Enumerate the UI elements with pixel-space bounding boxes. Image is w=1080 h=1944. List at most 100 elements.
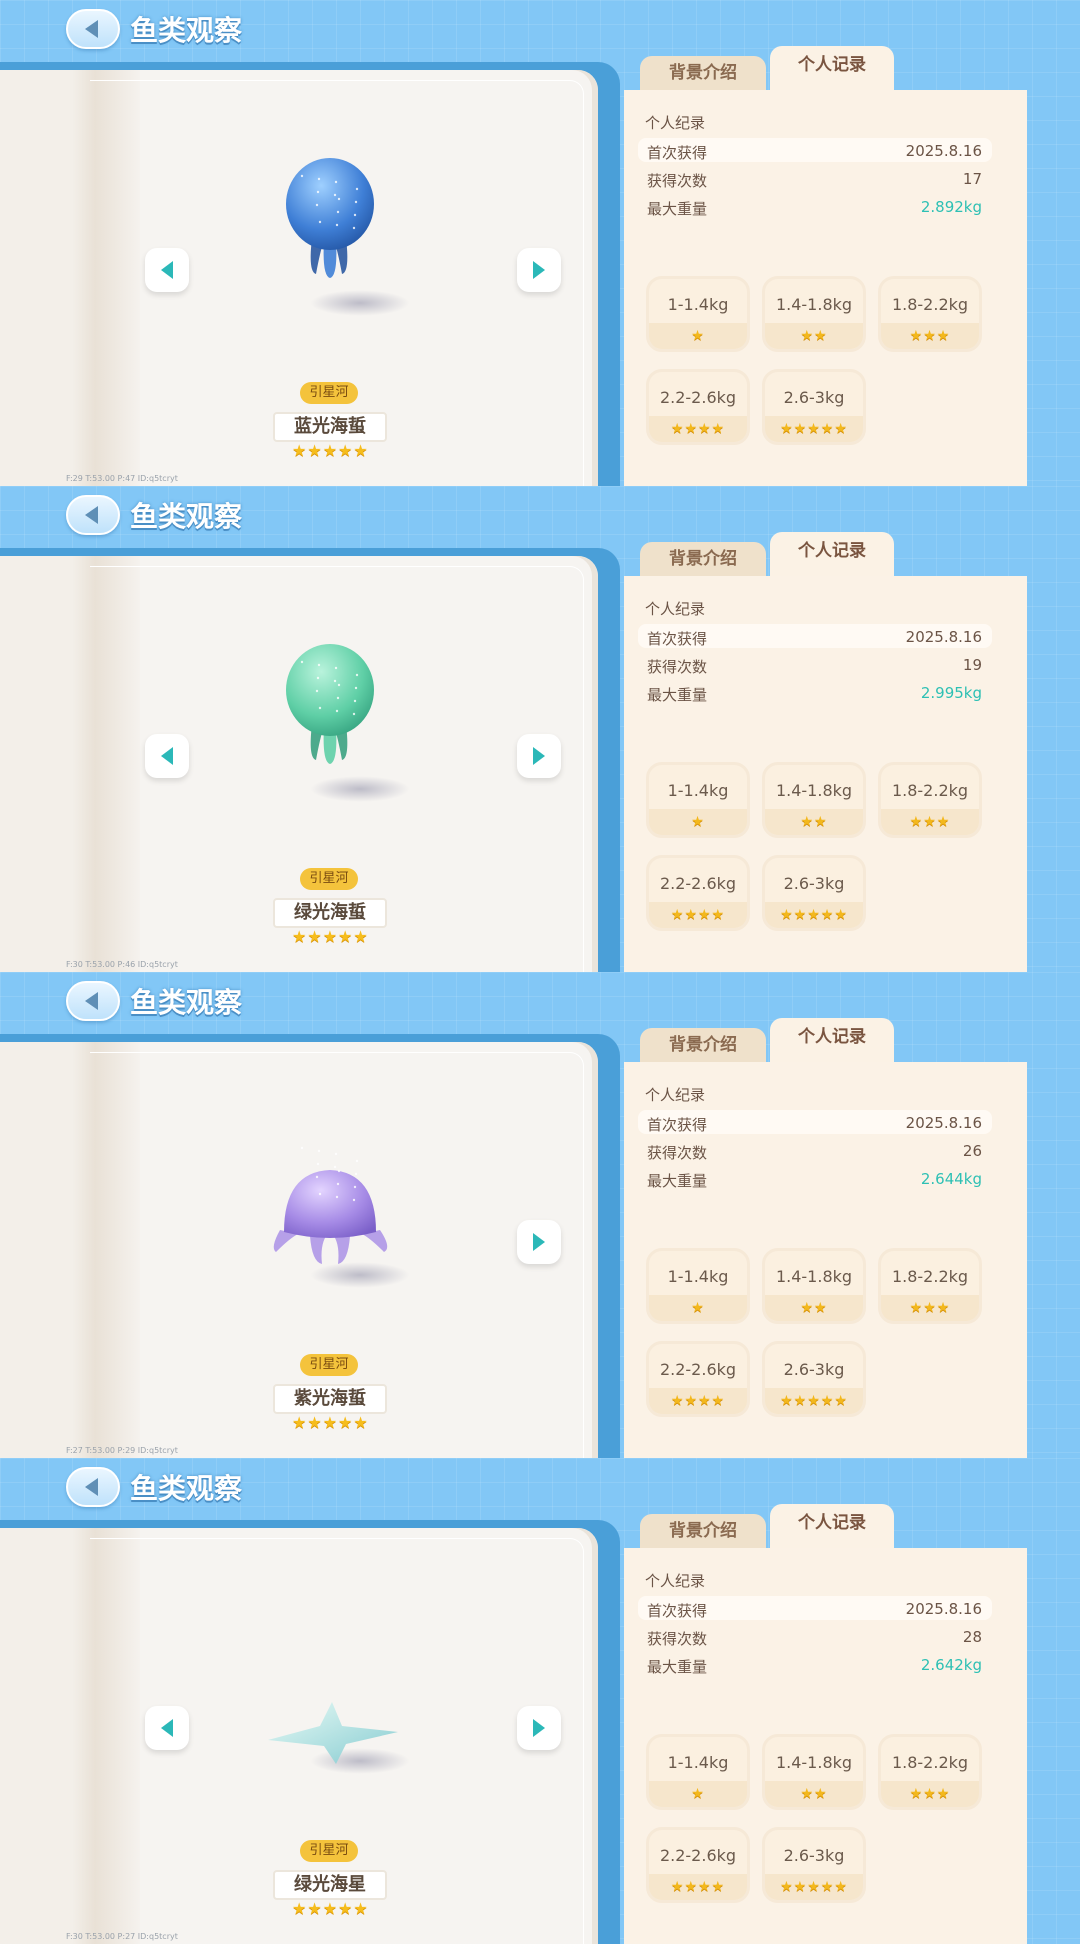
max-weight-value: 2.995kg <box>920 684 982 702</box>
weight-tier-card[interactable]: 1-1.4kg ★ <box>646 1248 750 1324</box>
prev-creature-button[interactable] <box>145 248 189 292</box>
green-jellyfish-icon <box>286 644 374 764</box>
record-section-title: 个人纪录 <box>645 1572 706 1590</box>
rating-stars: ★★★★★ <box>292 1899 369 1918</box>
max-weight-label: 最大重量 <box>647 200 708 218</box>
tab-personal-record[interactable]: 个人记录 <box>770 1018 894 1062</box>
fish-observation-panel-4: 鱼类观察 引星河 绿光海星 ★★★★★ F:30 T:53.00 P:27 ID… <box>0 1458 1080 1944</box>
blue-jellyfish-icon <box>286 158 374 278</box>
header: 鱼类观察 <box>66 978 242 1024</box>
location-badge: 引星河 <box>300 868 358 890</box>
first-obtained-label: 首次获得 <box>647 144 708 162</box>
tab-personal-record[interactable]: 个人记录 <box>770 532 894 576</box>
weight-range: 1.4-1.8kg <box>775 781 853 800</box>
weight-tier-card[interactable]: 1-1.4kg ★ <box>646 1734 750 1810</box>
tab-personal-record[interactable]: 个人记录 <box>770 1504 894 1548</box>
arrow-right-icon <box>533 261 545 279</box>
obtained-count-value: 28 <box>962 1628 982 1646</box>
weight-tier-card[interactable]: 2.2-2.6kg ★★★★ <box>646 1827 750 1903</box>
weight-tier-card[interactable]: 1-1.4kg ★ <box>646 276 750 352</box>
tab-background-intro[interactable]: 背景介绍 <box>640 1028 766 1062</box>
weight-range: 1-1.4kg <box>667 1753 729 1772</box>
purple-jellyfish-icon <box>273 1146 388 1264</box>
next-creature-button[interactable] <box>517 1706 561 1750</box>
arrow-left-icon <box>161 261 173 279</box>
tier-stars: ★ <box>649 1295 747 1321</box>
max-weight-row: 最大重量 2.642kg <box>638 1652 992 1676</box>
tier-stars: ★★★★ <box>649 1874 747 1900</box>
next-creature-button[interactable] <box>517 1220 561 1264</box>
tab-background-intro[interactable]: 背景介绍 <box>640 542 766 576</box>
weight-range: 2.2-2.6kg <box>659 1360 737 1379</box>
tier-stars: ★★★★★ <box>765 1388 863 1414</box>
first-obtained-row: 首次获得 2025.8.16 <box>638 1596 992 1620</box>
record-panel: 个人纪录 首次获得 2025.8.16 获得次数 17 最大重量 2.892kg… <box>624 90 1027 486</box>
back-button[interactable] <box>66 9 120 49</box>
first-obtained-label: 首次获得 <box>647 1116 708 1134</box>
tier-stars: ★★★★★ <box>765 902 863 928</box>
creature-name: 绿光海星 <box>273 1870 387 1900</box>
obtained-count-row: 获得次数 28 <box>638 1624 992 1648</box>
tier-stars: ★ <box>649 1781 747 1807</box>
weight-tier-card[interactable]: 1.8-2.2kg ★★★ <box>878 1248 982 1324</box>
weight-tier-card[interactable]: 1.8-2.2kg ★★★ <box>878 762 982 838</box>
weight-range: 1-1.4kg <box>667 781 729 800</box>
tier-stars: ★ <box>649 809 747 835</box>
prev-creature-button[interactable] <box>145 734 189 778</box>
first-obtained-label: 首次获得 <box>647 630 708 648</box>
weight-tier-card[interactable]: 2.6-3kg ★★★★★ <box>762 369 866 445</box>
next-creature-button[interactable] <box>517 248 561 292</box>
first-obtained-value: 2025.8.16 <box>905 628 982 646</box>
back-button[interactable] <box>66 1467 120 1507</box>
weight-tier-card[interactable]: 1.4-1.8kg ★★ <box>762 276 866 352</box>
weight-range: 2.6-3kg <box>783 874 845 893</box>
record-section-title: 个人纪录 <box>645 600 706 618</box>
screenshot-stack: 鱼类观察 引星河 蓝光海蜇 ★★★★★ F:29 T:53.00 P:47 ID… <box>0 0 1080 1944</box>
weight-tier-card[interactable]: 2.2-2.6kg ★★★★ <box>646 855 750 931</box>
creature-name: 紫光海蜇 <box>273 1384 387 1414</box>
max-weight-label: 最大重量 <box>647 1658 708 1676</box>
creature-name: 蓝光海蜇 <box>273 412 387 442</box>
first-obtained-value: 2025.8.16 <box>905 142 982 160</box>
weight-range: 1.4-1.8kg <box>775 1753 853 1772</box>
debug-overlay: F:30 T:53.00 P:46 ID:q5tcryt <box>66 960 178 969</box>
page-title: 鱼类观察 <box>130 500 243 533</box>
obtained-count-label: 获得次数 <box>647 172 708 190</box>
weight-range: 1.8-2.2kg <box>891 781 969 800</box>
back-button[interactable] <box>66 495 120 535</box>
arrow-right-icon <box>533 1233 545 1251</box>
max-weight-value: 2.892kg <box>920 198 982 216</box>
arrow-left-icon <box>161 747 173 765</box>
weight-tier-card[interactable]: 1.8-2.2kg ★★★ <box>878 276 982 352</box>
rating-stars: ★★★★★ <box>292 927 369 946</box>
weight-tier-card[interactable]: 2.6-3kg ★★★★★ <box>762 1341 866 1417</box>
record-section-title: 个人纪录 <box>645 114 706 132</box>
tab-background-intro[interactable]: 背景介绍 <box>640 56 766 90</box>
weight-tier-card[interactable]: 1.4-1.8kg ★★ <box>762 1734 866 1810</box>
first-obtained-value: 2025.8.16 <box>905 1600 982 1618</box>
weight-tier-card[interactable]: 2.6-3kg ★★★★★ <box>762 1827 866 1903</box>
header: 鱼类观察 <box>66 6 242 52</box>
max-weight-row: 最大重量 2.644kg <box>638 1166 992 1190</box>
tier-stars: ★★ <box>765 809 863 835</box>
weight-tier-card[interactable]: 1-1.4kg ★ <box>646 762 750 838</box>
obtained-count-value: 19 <box>962 656 982 674</box>
weight-tier-card[interactable]: 1.4-1.8kg ★★ <box>762 762 866 838</box>
tab-background-intro[interactable]: 背景介绍 <box>640 1514 766 1548</box>
next-creature-button[interactable] <box>517 734 561 778</box>
header: 鱼类观察 <box>66 492 242 538</box>
back-button[interactable] <box>66 981 120 1021</box>
weight-tier-card[interactable]: 2.6-3kg ★★★★★ <box>762 855 866 931</box>
fish-observation-panel-3: 鱼类观察 引星河 紫光海蜇 ★★★★★ F:27 T:53.00 P:29 ID… <box>0 972 1080 1458</box>
weight-range: 2.6-3kg <box>783 388 845 407</box>
tab-personal-record[interactable]: 个人记录 <box>770 46 894 90</box>
prev-creature-button[interactable] <box>145 1706 189 1750</box>
weight-tier-card[interactable]: 2.2-2.6kg ★★★★ <box>646 1341 750 1417</box>
back-arrow-icon <box>85 20 98 38</box>
weight-tier-card[interactable]: 1.4-1.8kg ★★ <box>762 1248 866 1324</box>
rating-stars: ★★★★★ <box>292 441 369 460</box>
weight-tier-card[interactable]: 2.2-2.6kg ★★★★ <box>646 369 750 445</box>
tier-stars: ★★★★ <box>649 1388 747 1414</box>
weight-tier-card[interactable]: 1.8-2.2kg ★★★ <box>878 1734 982 1810</box>
weight-range: 2.6-3kg <box>783 1846 845 1865</box>
